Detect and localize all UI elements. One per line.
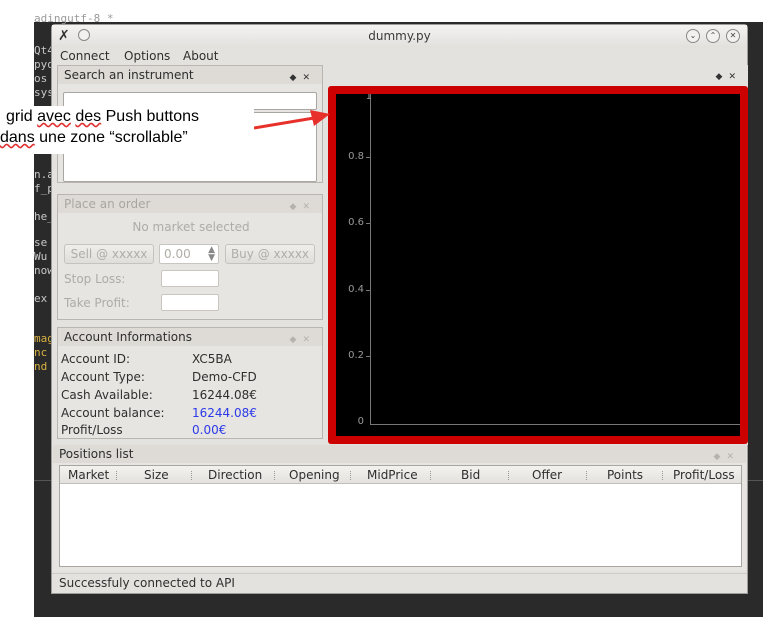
column-header-opening[interactable]: Opening <box>289 468 340 482</box>
account-dock-title-text: Account Informations <box>64 330 192 344</box>
dock-controls[interactable]: ◆✕ <box>290 69 316 87</box>
account-id-label: Account ID: <box>61 352 131 366</box>
take-profit-input[interactable] <box>161 294 219 311</box>
order-dock: Place an order ◆✕ No market selected Sel… <box>57 194 323 320</box>
take-profit-label: Take Profit: <box>64 296 130 310</box>
y-tick-label: 0.4 <box>348 284 364 295</box>
y-tick-label: 0.2 <box>348 350 364 361</box>
y-tick-label: 1 <box>365 94 372 102</box>
y-tick-mark <box>366 157 370 158</box>
close-button[interactable]: ✕ <box>726 29 740 43</box>
account-balance-label: Account balance: <box>61 406 165 420</box>
cash-available-value: 16244.08€ <box>192 388 257 402</box>
order-dock-title: Place an order ◆✕ <box>58 195 322 213</box>
column-header-offer[interactable]: Offer <box>532 468 562 482</box>
column-separator[interactable] <box>191 471 192 480</box>
column-header-size[interactable]: Size <box>144 468 169 482</box>
annotation-text: grid <box>6 108 38 125</box>
menu-connect[interactable]: Connect <box>60 49 110 63</box>
column-separator[interactable] <box>274 471 275 480</box>
column-header-market[interactable]: Market <box>68 468 109 482</box>
column-separator[interactable] <box>350 471 351 480</box>
column-header-profit-loss[interactable]: Profit/Loss <box>673 468 735 482</box>
order-dock-title-text: Place an order <box>64 197 151 211</box>
plot-y-axis <box>370 94 371 424</box>
profit-loss-value: 0.00€ <box>192 423 227 437</box>
annotation-text: avec <box>37 108 71 125</box>
dock-controls[interactable]: ◆✕ <box>290 331 316 349</box>
buy-button[interactable]: Buy @ xxxxx <box>225 244 315 264</box>
y-tick-label: 0 <box>357 416 364 427</box>
column-separator[interactable] <box>430 471 431 480</box>
stop-loss-label: Stop Loss: <box>64 272 126 286</box>
plot-highlight-frame: 1 0.8 0.6 0.4 0.2 0 <box>328 86 748 444</box>
column-header-direction[interactable]: Direction <box>208 468 262 482</box>
annotation-line-2: dans une zone “scrollable” <box>0 127 254 148</box>
column-separator[interactable] <box>586 471 587 480</box>
search-dock-title: Search an instrument ◆✕ <box>58 66 322 84</box>
positions-dock-title: Positions list ◆✕ <box>53 445 746 463</box>
maximize-button[interactable]: ⌃ <box>706 29 720 43</box>
account-balance-value: 16244.08€ <box>192 406 257 420</box>
menu-about[interactable]: About <box>183 49 218 63</box>
annotation-note: grid avec des Push buttons dans une zone… <box>0 106 254 154</box>
plot-canvas[interactable]: 1 0.8 0.6 0.4 0.2 0 <box>336 94 740 436</box>
profit-loss-label: Profit/Loss <box>61 423 123 437</box>
status-bar: Successfuly connected to API <box>52 573 747 593</box>
account-type-label: Account Type: <box>61 370 145 384</box>
y-tick-mark <box>366 223 370 224</box>
column-header-midprice[interactable]: MidPrice <box>367 468 418 482</box>
positions-dock-title-text: Positions list <box>59 447 134 461</box>
account-id-value: XC5BA <box>192 352 232 366</box>
y-tick-label: 0.8 <box>348 151 364 162</box>
column-header-bid[interactable]: Bid <box>461 468 480 482</box>
y-tick-mark <box>366 290 370 291</box>
account-dock: Account Informations ◆✕ Account ID: XC5B… <box>57 327 323 439</box>
menu-bar: Connect Options About <box>52 47 747 67</box>
menu-options[interactable]: Options <box>124 49 170 63</box>
title-bar[interactable]: ✗ dummy.py ⌄ ⌃ ✕ <box>52 25 747 47</box>
dock-controls[interactable]: ◆✕ <box>714 448 740 466</box>
dock-controls[interactable]: ◆✕ <box>290 198 316 216</box>
y-tick-label: 0.6 <box>348 217 364 228</box>
column-header-points[interactable]: Points <box>607 468 643 482</box>
annotation-text: Push buttons <box>101 108 200 125</box>
stepper-arrows-icon: ▲ ▼ <box>208 245 215 263</box>
plot-dock-title: ◆✕ <box>328 65 748 83</box>
account-type-value: Demo-CFD <box>192 370 257 384</box>
column-separator[interactable] <box>116 471 117 480</box>
stop-loss-input[interactable] <box>161 270 219 287</box>
annotation-text: une zone “scrollable” <box>34 129 188 146</box>
quantity-value: 0.00 <box>164 247 191 261</box>
y-tick-mark <box>366 356 370 357</box>
market-status-label: No market selected <box>132 220 250 234</box>
window-title: dummy.py <box>368 29 431 43</box>
dock-controls[interactable]: ◆✕ <box>716 68 742 86</box>
positions-table[interactable]: Market Size Direction Opening MidPrice B… <box>59 465 742 567</box>
annotation-text: des <box>75 108 102 125</box>
annotation-text: dans <box>0 129 35 146</box>
positions-table-header: Market Size Direction Opening MidPrice B… <box>60 466 741 484</box>
annotation-arrow-icon <box>254 110 330 130</box>
quantity-stepper[interactable]: 0.00 ▲ ▼ <box>159 244 219 264</box>
column-separator[interactable] <box>508 471 509 480</box>
sell-button[interactable]: Sell @ xxxxx <box>64 244 154 264</box>
plot-x-axis <box>370 424 740 425</box>
account-dock-title: Account Informations ◆✕ <box>58 328 322 346</box>
minimize-button[interactable]: ⌄ <box>686 29 700 43</box>
positions-dock: Positions list ◆✕ Market Size Direction … <box>53 445 746 571</box>
search-dock-title-text: Search an instrument <box>64 68 194 82</box>
annotation-line-1: grid avec des Push buttons <box>6 106 254 127</box>
column-separator[interactable] <box>662 471 663 480</box>
editor-top-strip <box>34 0 763 22</box>
cash-available-label: Cash Available: <box>61 388 153 402</box>
